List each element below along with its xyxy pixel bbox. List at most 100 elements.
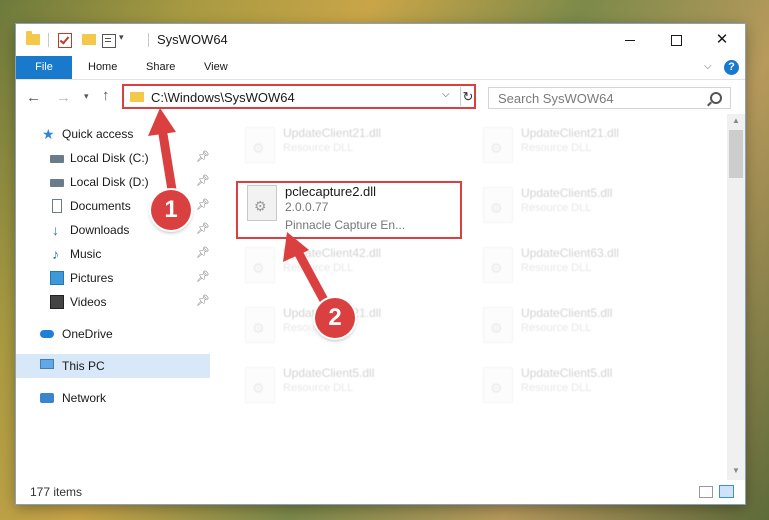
tab-share[interactable]: Share (146, 56, 175, 79)
close-button[interactable]: ✕ (699, 24, 745, 56)
recent-locations-chevron-icon[interactable]: ▾ (84, 91, 89, 102)
tab-home[interactable]: Home (88, 56, 117, 79)
file-list: UpdateClient21.dll Resource DLL pclecapt… (229, 120, 727, 480)
sidebar-item-local-disk-c[interactable]: Local Disk (C:) 📌︎ (16, 146, 210, 170)
file-name: UpdateClient5.dll (521, 366, 613, 380)
file-name: UpdateClient21.dll (521, 126, 620, 140)
tab-view[interactable]: View (204, 56, 228, 79)
scroll-down-arrow-icon[interactable]: ▼ (732, 466, 740, 475)
music-icon: ♪ (52, 246, 59, 262)
sidebar-item-this-pc[interactable]: This PC (16, 354, 210, 378)
sidebar-item-label: Downloads (70, 223, 130, 237)
file-description: Resource DLL (521, 382, 592, 394)
list-item[interactable]: UpdateClient5.dll Resource DLL (475, 304, 685, 348)
list-item[interactable]: UpdateClient5.dll Resource DLL (237, 364, 447, 408)
navigation-pane: ★ Quick access Local Disk (C:) 📌︎ Local … (16, 120, 212, 480)
pin-icon[interactable]: 📌︎ (196, 270, 210, 283)
pin-icon[interactable]: 📌︎ (196, 174, 210, 187)
window-title: SysWOW64 (157, 32, 228, 47)
back-arrow-icon[interactable]: ← (26, 89, 41, 106)
dll-file-icon (483, 307, 513, 343)
toolbar-separator (148, 33, 149, 47)
network-icon (40, 393, 54, 403)
sidebar-item-label: Pictures (70, 271, 114, 285)
file-description: Resource DLL (521, 142, 592, 154)
sidebar-item-network[interactable]: Network (16, 386, 210, 410)
vertical-scrollbar[interactable]: ▲ ▼ (727, 114, 745, 480)
help-icon[interactable]: ? (724, 60, 739, 75)
documents-icon (52, 199, 62, 213)
scrollbar-thumb[interactable] (729, 130, 743, 178)
sidebar-item-label: Network (62, 391, 107, 405)
list-item[interactable]: UpdateClient63.dll Resource DLL (475, 244, 685, 288)
address-bar[interactable]: C:\Windows\SysWOW64 ⌵ ↻ (122, 84, 476, 109)
large-icons-view-icon[interactable] (719, 485, 734, 498)
tab-file[interactable]: File (16, 56, 72, 79)
dll-file-icon (483, 367, 513, 403)
forward-arrow-icon[interactable]: → (56, 89, 71, 106)
onedrive-icon (40, 330, 54, 338)
file-description: Resource DLL (283, 262, 354, 274)
sidebar-item-label: Local Disk (C:) (70, 151, 149, 165)
up-arrow-icon[interactable]: ↑ (102, 87, 110, 104)
sidebar-item-local-disk-d[interactable]: Local Disk (D:) 📌︎ (16, 170, 210, 194)
scroll-up-arrow-icon[interactable]: ▲ (732, 116, 740, 125)
downloads-icon: ↓ (52, 222, 59, 238)
file-description: Resource DLL (521, 322, 592, 334)
folder-icon[interactable] (26, 31, 40, 45)
sidebar-item-onedrive[interactable]: OneDrive (16, 322, 210, 346)
list-item[interactable]: UpdateClient5.dll Resource DLL (475, 364, 685, 408)
dll-file-icon (245, 367, 275, 403)
refresh-icon[interactable]: ↻ (460, 87, 475, 106)
sidebar-item-label: Music (70, 247, 102, 261)
address-folder-icon (130, 92, 144, 102)
address-path[interactable]: C:\Windows\SysWOW64 (151, 90, 295, 105)
status-bar: 177 items (16, 480, 745, 504)
maximize-button[interactable] (653, 24, 699, 56)
sidebar-item-quick-access[interactable]: ★ Quick access (16, 122, 210, 146)
customize-toolbar-chevron-icon[interactable]: ▾ (119, 32, 124, 48)
file-name: UpdateClient5.dll (283, 366, 375, 380)
ribbon: File Home Share View ⌵ ? (16, 56, 745, 80)
pin-icon[interactable]: 📌︎ (196, 246, 210, 259)
pin-icon[interactable]: 📌︎ (196, 150, 210, 163)
pin-icon[interactable]: 📌︎ (196, 198, 210, 211)
star-icon: ★ (42, 126, 55, 142)
sidebar-item-music[interactable]: ♪ Music 📌︎ (16, 242, 210, 266)
pin-icon[interactable]: 📌︎ (196, 294, 210, 307)
file-name: UpdateClient21.dll (283, 126, 382, 140)
dll-file-icon (245, 127, 275, 163)
disk-icon (50, 155, 64, 163)
list-item[interactable]: UpdateClient21.dll Resource DLL (237, 124, 447, 168)
rename-icon[interactable] (102, 34, 116, 48)
sidebar-item-pictures[interactable]: Pictures 📌︎ (16, 266, 210, 290)
dll-file-icon (245, 247, 275, 283)
new-folder-icon[interactable] (82, 34, 96, 45)
details-view-icon[interactable] (699, 486, 713, 498)
this-pc-icon (40, 359, 54, 369)
sidebar-item-label: Documents (70, 199, 131, 213)
file-description: Resource DLL (283, 142, 354, 154)
minimize-button[interactable] (607, 24, 653, 56)
file-name: UpdateClient63.dll (521, 246, 620, 260)
pin-icon[interactable]: 📌︎ (196, 222, 210, 235)
search-icon (710, 92, 722, 104)
list-item[interactable]: UpdateClient42.dll Resource DLL (237, 244, 447, 288)
expand-ribbon-chevron-icon[interactable]: ⌵ (704, 61, 712, 72)
file-name: UpdateClient42.dll (283, 246, 382, 260)
address-history-chevron-icon[interactable]: ⌵ (442, 89, 450, 100)
file-name: UpdateClient5.dll (521, 186, 613, 200)
properties-check-icon[interactable] (58, 33, 72, 48)
title-bar: ▾ SysWOW64 ✕ (16, 24, 745, 56)
dll-file-icon (483, 247, 513, 283)
disk-icon (50, 179, 64, 187)
list-item[interactable]: UpdateClient21.dll Resource DLL (475, 124, 685, 168)
dll-file-icon (483, 127, 513, 163)
sidebar-item-videos[interactable]: Videos 📌︎ (16, 290, 210, 314)
highlight-box (236, 181, 462, 239)
file-description: Resource DLL (521, 202, 592, 214)
dll-file-icon (245, 307, 275, 343)
list-item[interactable]: UpdateClient5.dll Resource DLL (475, 184, 685, 228)
file-description: Resource DLL (283, 382, 354, 394)
search-input[interactable]: Search SysWOW64 (488, 87, 731, 109)
